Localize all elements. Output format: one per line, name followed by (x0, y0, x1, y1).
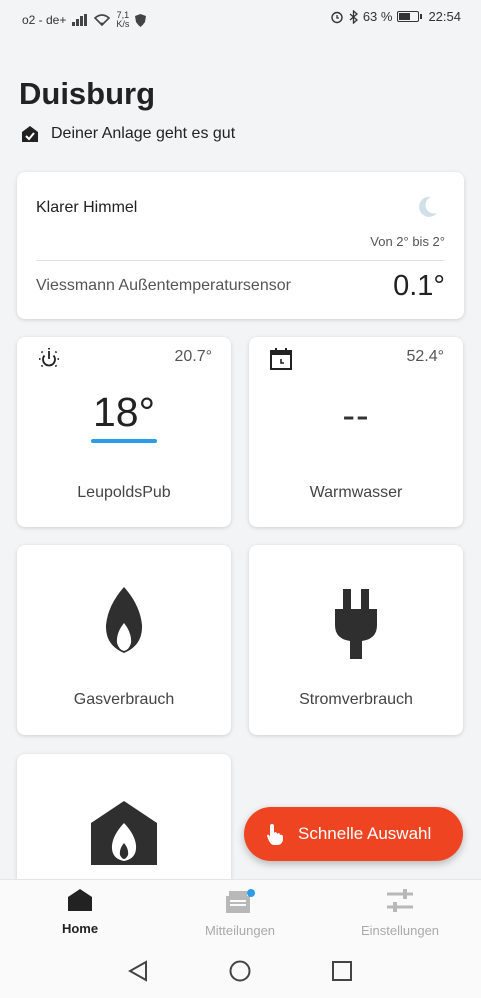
heating-circuit-name: LeupoldsPub (77, 484, 171, 501)
nav-messages[interactable]: Mitteilungen (180, 888, 300, 938)
divider (36, 260, 445, 261)
nav-settings[interactable]: Einstellungen (340, 888, 460, 938)
current-room-temperature: 20.7° (174, 348, 212, 365)
nav-home-label: Home (61, 921, 99, 936)
house-check-icon (22, 126, 38, 142)
nav-settings-label: Einstellungen (360, 923, 440, 938)
weather-condition: Klarer Himmel (36, 199, 138, 216)
setpoint-temperature: 18° (92, 389, 155, 435)
heating-circuit-tile[interactable]: 20.7° 18° LeupoldsPub (17, 337, 231, 527)
power-consumption-label: Stromverbrauch (299, 691, 413, 708)
weather-card[interactable]: Klarer Himmel Von 2° bis 2° Viessmann Au… (17, 172, 464, 319)
carrier-label: o2 - de+ (22, 13, 67, 27)
quick-select-button[interactable]: Schnelle Auswahl (244, 807, 463, 861)
nav-home[interactable]: Home (20, 888, 140, 936)
home-icon (68, 889, 92, 911)
heating-system-tile[interactable] (17, 754, 231, 894)
back-icon[interactable] (128, 960, 148, 982)
system-navigation-bar (0, 944, 481, 998)
inbox-icon (226, 889, 255, 913)
battery-percent: 63 % (362, 9, 393, 24)
power-consumption-tile[interactable]: Stromverbrauch (249, 545, 463, 735)
plug-icon (335, 589, 377, 659)
hot-water-name: Warmwasser (309, 484, 403, 501)
gas-consumption-label: Gasverbrauch (73, 691, 175, 708)
house-flame-icon (91, 801, 157, 865)
sun-mode-icon (39, 348, 59, 368)
outdoor-sensor-label: Viessmann Außentemperatursensor (36, 277, 291, 294)
signal-icon (72, 14, 88, 26)
recents-icon[interactable] (332, 961, 352, 981)
flame-icon (105, 587, 143, 653)
outdoor-temperature: 0.1° (393, 270, 445, 302)
setpoint-indicator (91, 439, 157, 443)
moon-icon (419, 196, 437, 217)
quick-select-label: Schnelle Auswahl (298, 824, 432, 843)
clock: 22:54 (428, 9, 461, 24)
nav-messages-label: Mitteilungen (204, 923, 276, 938)
shield-icon (135, 13, 147, 27)
schedule-icon (270, 348, 292, 370)
hot-water-temperature: 52.4° (406, 348, 444, 365)
bottom-navigation: Home Mitteilungen Einstellungen (0, 879, 481, 944)
hand-pointer-icon (267, 824, 283, 845)
alarm-icon (331, 11, 343, 23)
gas-consumption-tile[interactable]: Gasverbrauch (17, 545, 231, 735)
hot-water-setpoint: -- (342, 395, 370, 437)
hot-water-tile[interactable]: 52.4° -- Warmwasser (249, 337, 463, 527)
wifi-icon (94, 14, 111, 26)
temperature-range: Von 2° bis 2° (370, 234, 445, 249)
bluetooth-icon (349, 9, 358, 24)
sliders-icon (387, 889, 413, 912)
home-circle-icon[interactable] (229, 960, 251, 982)
battery-icon (397, 11, 423, 22)
status-bar: o2 - de+ 7,1 K/s 63 % 22:54 (0, 0, 481, 36)
system-status: Deiner Anlage geht es gut (21, 125, 235, 143)
page-title: Duisburg (19, 76, 156, 111)
system-status-text: Deiner Anlage geht es gut (51, 125, 236, 142)
net-speed: 7,1 K/s (116, 10, 130, 29)
